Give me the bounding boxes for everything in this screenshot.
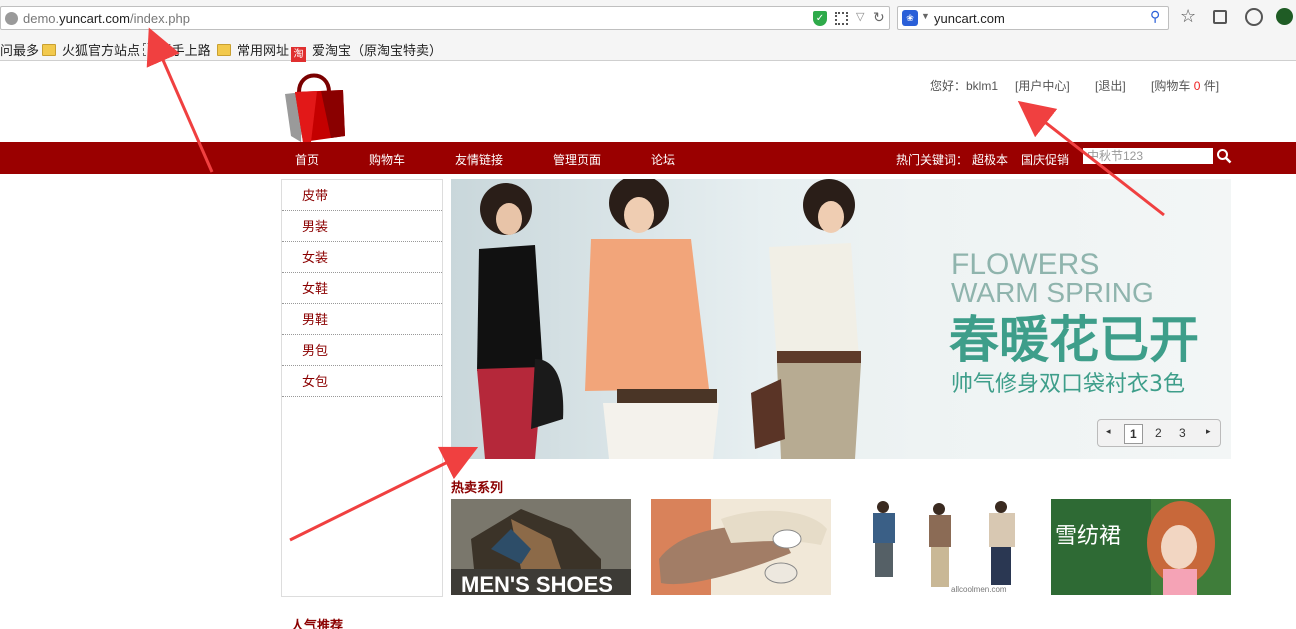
search-icon[interactable]: ⚲ bbox=[1150, 8, 1160, 25]
nav-cart[interactable]: 购物车 bbox=[369, 151, 405, 168]
category-women-shoes[interactable]: 女鞋 bbox=[282, 273, 442, 304]
thumb-mens-shoes[interactable]: MEN'S SHOES bbox=[451, 499, 631, 595]
shopping-bag-logo[interactable] bbox=[281, 62, 347, 144]
thumb-men-models[interactable]: allcoolmen.com bbox=[851, 499, 1031, 595]
bookmark-label: 火狐官方站点 bbox=[62, 43, 141, 58]
bookmark-getting-started[interactable]: 新手上路 bbox=[143, 40, 211, 59]
site-search-input[interactable] bbox=[1083, 148, 1213, 164]
url-prefix: demo. bbox=[23, 11, 60, 26]
clipboard-icon[interactable] bbox=[1213, 10, 1227, 24]
qr-code-icon[interactable] bbox=[835, 12, 848, 25]
banner-line4: 帅气修身双口袋衬衣3色 bbox=[951, 372, 1185, 397]
popular-title: 人气推荐 bbox=[291, 618, 344, 629]
page-3[interactable]: 3 bbox=[1179, 426, 1186, 440]
extension-icon[interactable] bbox=[1276, 8, 1293, 25]
bookmark-common-sites[interactable]: 常用网址 bbox=[217, 40, 289, 59]
banner-line2: WARM SPRING bbox=[951, 277, 1154, 308]
search-engine-dropdown-icon[interactable]: ▼ bbox=[921, 11, 930, 21]
browser-toolbar: demo.yuncart.com/index.php ✓ ▽ ↻ ❀ ▼ yun… bbox=[0, 0, 1296, 36]
bookmark-label: 问最多 bbox=[0, 43, 40, 58]
category-menswear[interactable]: 男装 bbox=[282, 211, 442, 242]
bookmark-aitaobao[interactable]: 淘爱淘宝（原淘宝特卖） bbox=[291, 40, 442, 62]
chiffon-text: 雪纺裙 bbox=[1055, 524, 1121, 549]
url-text[interactable]: demo.yuncart.com/index.php bbox=[23, 11, 190, 26]
thumb-caption: allcoolmen.com bbox=[951, 585, 1007, 594]
search-icon[interactable] bbox=[1216, 148, 1232, 164]
page-icon bbox=[143, 43, 155, 56]
page-1[interactable]: 1 bbox=[1124, 424, 1143, 444]
globe-icon bbox=[5, 12, 18, 25]
category-belt[interactable]: 皮带 bbox=[282, 180, 442, 211]
cart-count: 0 bbox=[1193, 79, 1201, 93]
shield-check-icon[interactable]: ✓ bbox=[813, 11, 827, 26]
cart-suffix: 件] bbox=[1203, 79, 1220, 93]
promo-banner[interactable]: FLOWERS WARM SPRING 春暖花已开 帅气修身双口袋衬衣3色 ◂ … bbox=[451, 179, 1231, 459]
bookmark-star-icon[interactable]: ☆ bbox=[1180, 6, 1196, 27]
category-men-bags[interactable]: 男包 bbox=[282, 335, 442, 366]
cart-prefix: [购物车 bbox=[1151, 79, 1191, 93]
address-bar[interactable]: demo.yuncart.com/index.php ✓ ▽ ↻ bbox=[0, 6, 890, 30]
nav-admin[interactable]: 管理页面 bbox=[553, 151, 601, 168]
bookmark-label: 爱淘宝（原淘宝特卖） bbox=[312, 43, 443, 58]
logout-link[interactable]: [退出] bbox=[1095, 77, 1126, 94]
main-nav: 首页 购物车 友情链接 管理页面 论坛 热门关键词： 超极本 国庆促销 bbox=[0, 142, 1296, 174]
page-2[interactable]: 2 bbox=[1155, 426, 1162, 440]
bookmark-label: 常用网址 bbox=[237, 43, 290, 58]
palette-icon[interactable] bbox=[1245, 8, 1263, 26]
banner-line3: 春暖花已开 bbox=[949, 311, 1199, 369]
url-domain: yuncart.com bbox=[59, 11, 130, 26]
category-men-shoes[interactable]: 男鞋 bbox=[282, 304, 442, 335]
baidu-paw-icon[interactable]: ❀ bbox=[902, 10, 918, 26]
search-text[interactable]: yuncart.com bbox=[934, 11, 1005, 26]
banner-models-image: FLOWERS WARM SPRING 春暖花已开 帅气修身双口袋衬衣3色 bbox=[477, 179, 1199, 459]
user-center-link[interactable]: [用户中心] bbox=[1015, 77, 1070, 94]
category-women-bags[interactable]: 女包 bbox=[282, 366, 442, 397]
category-sidebar: 皮带 男装 女装 女鞋 男鞋 男包 女包 bbox=[281, 179, 443, 597]
category-womenswear[interactable]: 女装 bbox=[282, 242, 442, 273]
hot-keywords-label: 热门关键词： bbox=[896, 153, 969, 167]
search-bar[interactable]: ❀ ▼ yuncart.com ⚲ bbox=[897, 6, 1169, 30]
taobao-icon: 淘 bbox=[291, 47, 306, 62]
mens-shoes-text: MEN'S SHOES bbox=[461, 572, 613, 595]
nav-forum[interactable]: 论坛 bbox=[651, 151, 675, 168]
greeting-text: 您好：bklm1 bbox=[930, 79, 999, 93]
thumb-chiffon-skirt[interactable]: 雪纺裙 bbox=[1051, 499, 1231, 595]
next-arrow-icon[interactable]: ▸ bbox=[1206, 426, 1211, 437]
prev-arrow-icon[interactable]: ◂ bbox=[1106, 426, 1111, 437]
bookmarks-bar: 问最多 火狐官方站点 新手上路 常用网址 淘爱淘宝（原淘宝特卖） bbox=[0, 36, 1296, 62]
banner-pagination: ◂ 1 2 3 ▸ bbox=[1097, 419, 1221, 447]
hot-series-title: 热卖系列 bbox=[451, 480, 504, 495]
nav-home[interactable]: 首页 bbox=[295, 151, 319, 168]
reload-icon[interactable]: ↻ bbox=[873, 9, 885, 26]
url-path: /index.php bbox=[129, 11, 190, 26]
bookmark-firefox-site[interactable]: 火狐官方站点 bbox=[42, 40, 140, 59]
folder-icon bbox=[217, 44, 231, 56]
cart-link[interactable]: [购物车 0 件] bbox=[1151, 77, 1219, 94]
bookmark-label: 新手上路 bbox=[158, 43, 211, 58]
folder-icon bbox=[42, 44, 56, 56]
thumb-women-flats[interactable] bbox=[651, 499, 831, 595]
nav-friend-links[interactable]: 友情链接 bbox=[455, 151, 503, 168]
keyword-national-day[interactable]: 国庆促销 bbox=[1021, 151, 1069, 168]
dropdown-arrow-icon[interactable]: ▽ bbox=[856, 10, 864, 23]
keyword-ultrabook[interactable]: 超极本 bbox=[972, 151, 1008, 168]
bookmark-most-visited[interactable]: 问最多 bbox=[0, 40, 39, 59]
